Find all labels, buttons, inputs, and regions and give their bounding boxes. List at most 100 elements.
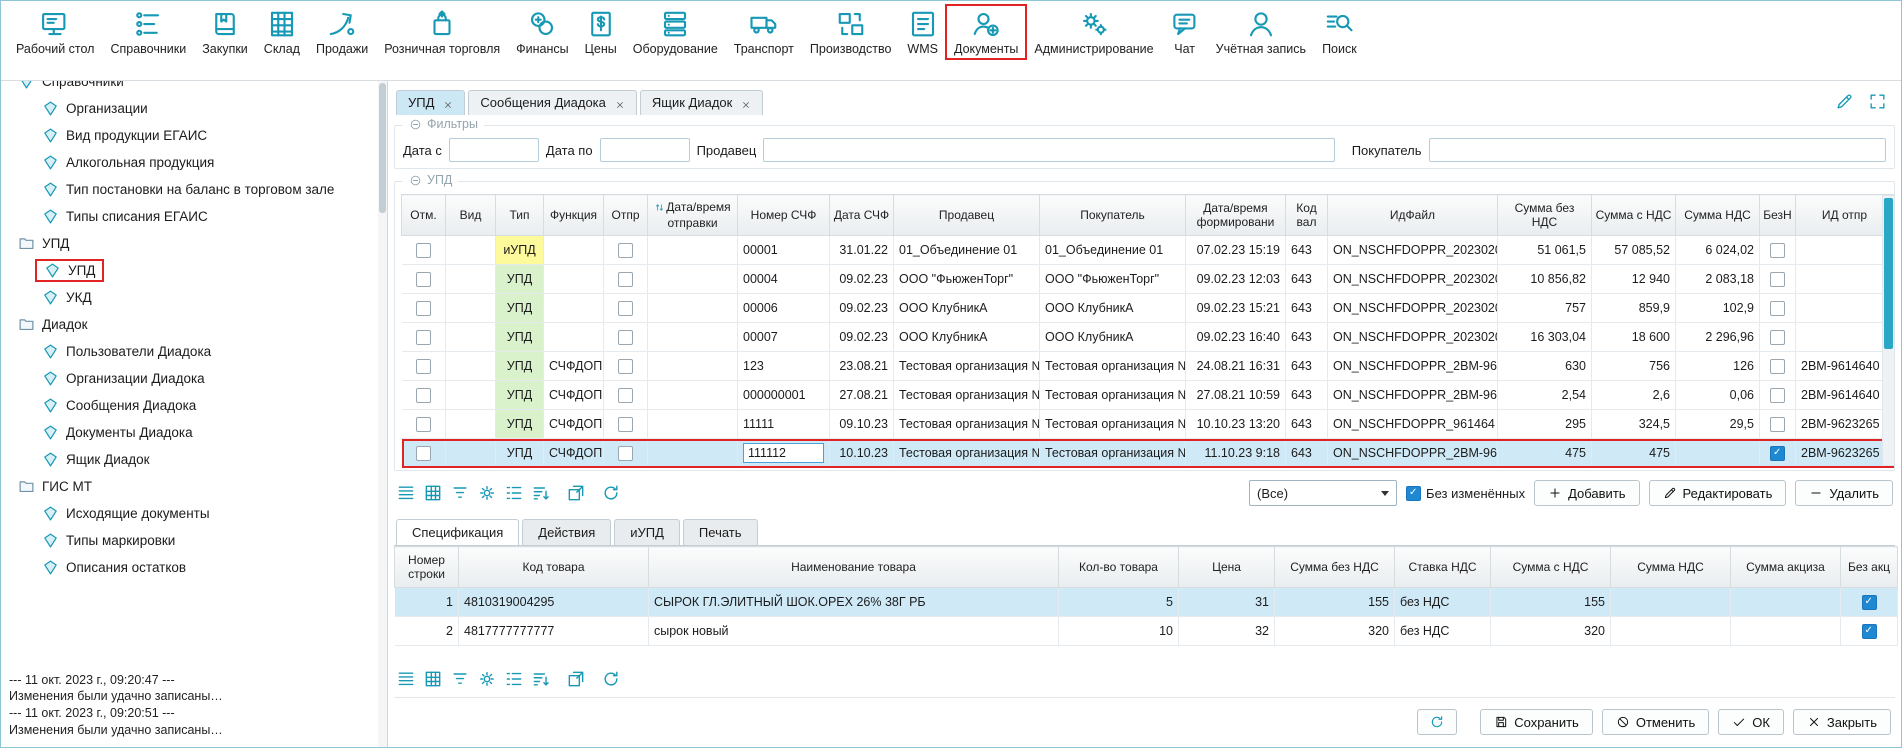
sidebar-item[interactable]: Организации xyxy=(11,95,373,122)
add-button[interactable]: Добавить xyxy=(1534,480,1639,506)
toolbar-item-documents[interactable]: Документы xyxy=(947,6,1025,58)
toolbar-item-transport[interactable]: Транспорт xyxy=(727,6,801,58)
detail-tab-0[interactable]: Спецификация xyxy=(396,519,519,545)
refresh-icon[interactable] xyxy=(601,483,621,503)
sent-checkbox[interactable] xyxy=(618,417,633,432)
sent-checkbox[interactable] xyxy=(618,243,633,258)
toolbar-item-finance[interactable]: Финансы xyxy=(509,6,575,58)
toolbar-item-prices[interactable]: Цены xyxy=(578,6,624,58)
settings-icon[interactable] xyxy=(477,483,497,503)
upd-row[interactable]: УПД0000609.02.23ООО КлубникАООО КлубникА… xyxy=(402,294,1894,323)
column-header[interactable]: ИД отпр xyxy=(1796,195,1894,236)
toolbar-item-sales[interactable]: Продажи xyxy=(309,6,375,58)
seller-input[interactable] xyxy=(763,138,1334,162)
save-button[interactable]: Сохранить xyxy=(1480,709,1593,735)
filter-icon[interactable] xyxy=(450,483,470,503)
no-vat-checkbox[interactable] xyxy=(1770,272,1785,287)
numbered-list-icon[interactable] xyxy=(504,483,524,503)
column-header[interactable]: БезН xyxy=(1760,195,1796,236)
toolbar-item-account[interactable]: Учётная запись xyxy=(1209,6,1313,58)
refresh-button[interactable] xyxy=(1417,709,1457,735)
toolbar-item-search[interactable]: Поиск xyxy=(1315,6,1364,58)
sidebar-item[interactable]: ГИС МТ xyxy=(11,473,373,500)
upd-row[interactable]: иУПД0000131.01.2201_Объединение 0101_Объ… xyxy=(402,236,1894,265)
close-icon[interactable] xyxy=(615,98,625,108)
scrollbar-thumb[interactable] xyxy=(379,83,386,213)
toolbar-item-production[interactable]: Производство xyxy=(803,6,899,58)
row-select-checkbox[interactable] xyxy=(416,417,431,432)
number-edit-input[interactable]: 111112 xyxy=(743,443,824,463)
sidebar-item[interactable]: Типы маркировки xyxy=(11,527,373,554)
column-header[interactable]: Кол-во товара xyxy=(1059,547,1179,588)
ok-button[interactable]: ОК xyxy=(1718,709,1784,735)
table-scrollbar[interactable] xyxy=(1882,195,1895,466)
table-view-icon[interactable] xyxy=(423,669,443,689)
filter-icon[interactable] xyxy=(450,669,470,689)
column-header[interactable]: Отпр xyxy=(604,195,648,236)
row-select-checkbox[interactable] xyxy=(416,301,431,316)
column-header[interactable]: Сумма без НДС xyxy=(1498,195,1592,236)
sidebar-item[interactable]: Справочники xyxy=(11,81,373,95)
column-header[interactable]: Дата/время отправки xyxy=(648,195,738,236)
upd-row[interactable]: УПД0000409.02.23ООО "ФьюженТорг"ООО "Фью… xyxy=(402,265,1894,294)
column-header[interactable]: Номер СЧФ xyxy=(738,195,830,236)
column-header[interactable]: Сумма НДС xyxy=(1676,195,1760,236)
sidebar-item[interactable]: УПД xyxy=(11,257,373,284)
upd-row[interactable]: УПДСЧФДОП12323.08.21Тестовая организация… xyxy=(402,352,1894,381)
no-vat-checkbox[interactable] xyxy=(1770,417,1785,432)
column-header[interactable]: Код вал xyxy=(1286,195,1328,236)
column-header[interactable]: Номер строки xyxy=(395,547,459,588)
sidebar-item[interactable]: Ящик Диадок xyxy=(11,446,373,473)
settings-icon[interactable] xyxy=(477,669,497,689)
sidebar-item[interactable]: Тип постановки на баланс в торговом зале xyxy=(11,176,373,203)
row-select-checkbox[interactable] xyxy=(416,243,431,258)
no-excise-checkbox[interactable] xyxy=(1862,595,1877,610)
sidebar-scrollbar[interactable] xyxy=(378,81,387,747)
column-header[interactable]: Функция xyxy=(544,195,604,236)
detail-tab-1[interactable]: Действия xyxy=(522,519,611,545)
sidebar-item[interactable]: Исходящие документы xyxy=(11,500,373,527)
toolbar-item-equipment[interactable]: Оборудование xyxy=(626,6,725,58)
sent-checkbox[interactable] xyxy=(618,272,633,287)
sidebar-item[interactable]: Документы Диадока xyxy=(11,419,373,446)
row-select-checkbox[interactable] xyxy=(416,388,431,403)
sidebar-item[interactable]: Диадок xyxy=(11,311,373,338)
toolbar-item-retail[interactable]: Розничная торговля xyxy=(377,6,507,58)
sidebar-item[interactable]: Описания остатков xyxy=(11,554,373,581)
upd-row[interactable]: УПДСЧФДОП11111210.10.23Тестовая организа… xyxy=(402,439,1894,468)
column-header[interactable]: Покупатель xyxy=(1040,195,1186,236)
collapse-icon[interactable] xyxy=(409,118,422,131)
sidebar-item[interactable]: УКД xyxy=(11,284,373,311)
column-header[interactable]: Дата/время формировани xyxy=(1186,195,1286,236)
numbered-list-icon[interactable] xyxy=(504,669,524,689)
filter-select[interactable]: (Все) xyxy=(1249,480,1397,506)
toolbar-item-purchases[interactable]: Закупки xyxy=(195,6,255,58)
upd-row[interactable]: УПДСЧФДОП00000000127.08.21Тестовая орган… xyxy=(402,381,1894,410)
sort-list-icon[interactable] xyxy=(531,669,551,689)
no-changes-filter[interactable]: Без изменённых xyxy=(1406,486,1525,501)
toolbar-item-warehouse[interactable]: Склад xyxy=(257,6,307,58)
column-header[interactable]: Цена xyxy=(1179,547,1275,588)
list-view-icon[interactable] xyxy=(396,483,416,503)
row-select-checkbox[interactable] xyxy=(416,359,431,374)
column-header[interactable]: Ставка НДС xyxy=(1395,547,1491,588)
fullscreen-icon[interactable] xyxy=(1868,92,1887,111)
sidebar-item[interactable]: Вид продукции ЕГАИС xyxy=(11,122,373,149)
no-vat-checkbox[interactable] xyxy=(1770,388,1785,403)
no-changes-checkbox[interactable] xyxy=(1406,486,1421,501)
row-select-checkbox[interactable] xyxy=(416,272,431,287)
sent-checkbox[interactable] xyxy=(618,388,633,403)
column-header[interactable]: Наименование товара xyxy=(649,547,1059,588)
table-view-icon[interactable] xyxy=(423,483,443,503)
edit-icon[interactable] xyxy=(1835,92,1854,111)
toolbar-item-wms[interactable]: WMS xyxy=(900,6,945,58)
tab-0[interactable]: УПД xyxy=(396,90,465,115)
close-button[interactable]: Закрыть xyxy=(1793,709,1891,735)
upd-row[interactable]: УПД0000709.02.23ООО КлубникАООО КлубникА… xyxy=(402,323,1894,352)
buyer-input[interactable] xyxy=(1429,138,1886,162)
sidebar-item[interactable]: Сообщения Диадока xyxy=(11,392,373,419)
date-to-input[interactable] xyxy=(600,138,690,162)
row-select-checkbox[interactable] xyxy=(416,446,431,461)
sidebar-item[interactable]: УПД xyxy=(11,230,373,257)
sent-checkbox[interactable] xyxy=(618,446,633,461)
